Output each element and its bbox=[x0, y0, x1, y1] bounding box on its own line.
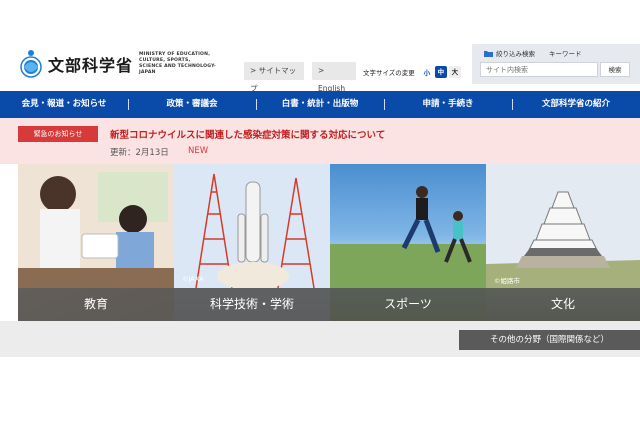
font-small-button[interactable]: 小 bbox=[420, 66, 433, 78]
himeji-credit: ©姫路市 bbox=[494, 277, 520, 285]
search-input[interactable] bbox=[480, 62, 598, 77]
feature-science[interactable]: ©JAXA 科学技術・学術 bbox=[174, 164, 330, 321]
site-header: 文部科学省 MINISTRY OF EDUCATION, CULTURE, SP… bbox=[0, 0, 640, 93]
feature-culture[interactable]: ©姫路市 文化 bbox=[486, 164, 640, 321]
logo-text: 文部科学省 bbox=[48, 56, 134, 75]
nav-item-press[interactable]: 会見・報道・お知らせ bbox=[0, 91, 128, 118]
runners-image bbox=[330, 186, 486, 288]
alert-link[interactable]: 新型コロナウイルスに関連した感染症対策に関する対応について bbox=[110, 127, 385, 141]
feature-culture-label: 文化 bbox=[486, 288, 640, 321]
font-medium-button[interactable]: 中 bbox=[434, 66, 447, 78]
jaxa-credit: ©JAXA bbox=[182, 275, 204, 283]
alert-badge: 緊急のお知らせ bbox=[18, 126, 98, 142]
nav-item-policy[interactable]: 政策・審議会 bbox=[128, 91, 256, 118]
feature-sports-label: スポーツ bbox=[330, 288, 486, 321]
font-large-button[interactable]: 大 bbox=[448, 66, 461, 78]
logo-english: MINISTRY OF EDUCATION, CULTURE, SPORTS, … bbox=[139, 52, 217, 75]
other-fields-button[interactable]: その他の分野（国際関係など） bbox=[459, 330, 640, 350]
new-badge: NEW bbox=[188, 146, 209, 156]
search-button[interactable]: 検索 bbox=[600, 62, 630, 77]
folder-icon bbox=[484, 50, 493, 57]
castle-image bbox=[486, 164, 640, 288]
alert-date: 更新：2月13日 bbox=[110, 148, 169, 158]
font-size-switcher: 文字サイズの変更 小 中 大 bbox=[363, 66, 461, 78]
education-image bbox=[18, 164, 174, 288]
feature-panels: 教育 ©JAXA 科学技術・学術 スポーツ ©姫路市 文化 bbox=[18, 164, 640, 321]
refine-search-tab[interactable]: 絞り込み検索 bbox=[484, 48, 535, 58]
rocket-launch-image bbox=[174, 164, 330, 288]
logo[interactable]: 文部科学省 MINISTRY OF EDUCATION, CULTURE, SP… bbox=[18, 49, 219, 79]
feature-education-label: 教育 bbox=[18, 288, 174, 321]
search-panel: 絞り込み検索 キーワード 検索 bbox=[472, 44, 640, 84]
nav-item-publications[interactable]: 白書・統計・出版物 bbox=[256, 91, 384, 118]
feature-education[interactable]: 教育 bbox=[18, 164, 174, 321]
font-size-label: 文字サイズの変更 bbox=[363, 69, 415, 77]
emergency-notice: 緊急のお知らせ 新型コロナウイルスに関連した感染症対策に関する対応について 更新… bbox=[0, 118, 640, 164]
nav-item-about[interactable]: 文部科学省の紹介 bbox=[512, 91, 640, 118]
global-nav: 会見・報道・お知らせ 政策・審議会 白書・統計・出版物 申請・手続き 文部科学省… bbox=[0, 91, 640, 118]
english-button[interactable]: > English bbox=[312, 62, 356, 93]
sitemap-button[interactable]: > サイトマップ bbox=[244, 62, 304, 93]
feature-science-label: 科学技術・学術 bbox=[174, 288, 330, 321]
feature-sports[interactable]: スポーツ bbox=[330, 164, 486, 321]
nav-item-applications[interactable]: 申請・手続き bbox=[384, 91, 512, 118]
logo-mark-icon bbox=[20, 50, 42, 78]
keyword-search-tab[interactable]: キーワード bbox=[549, 48, 582, 58]
